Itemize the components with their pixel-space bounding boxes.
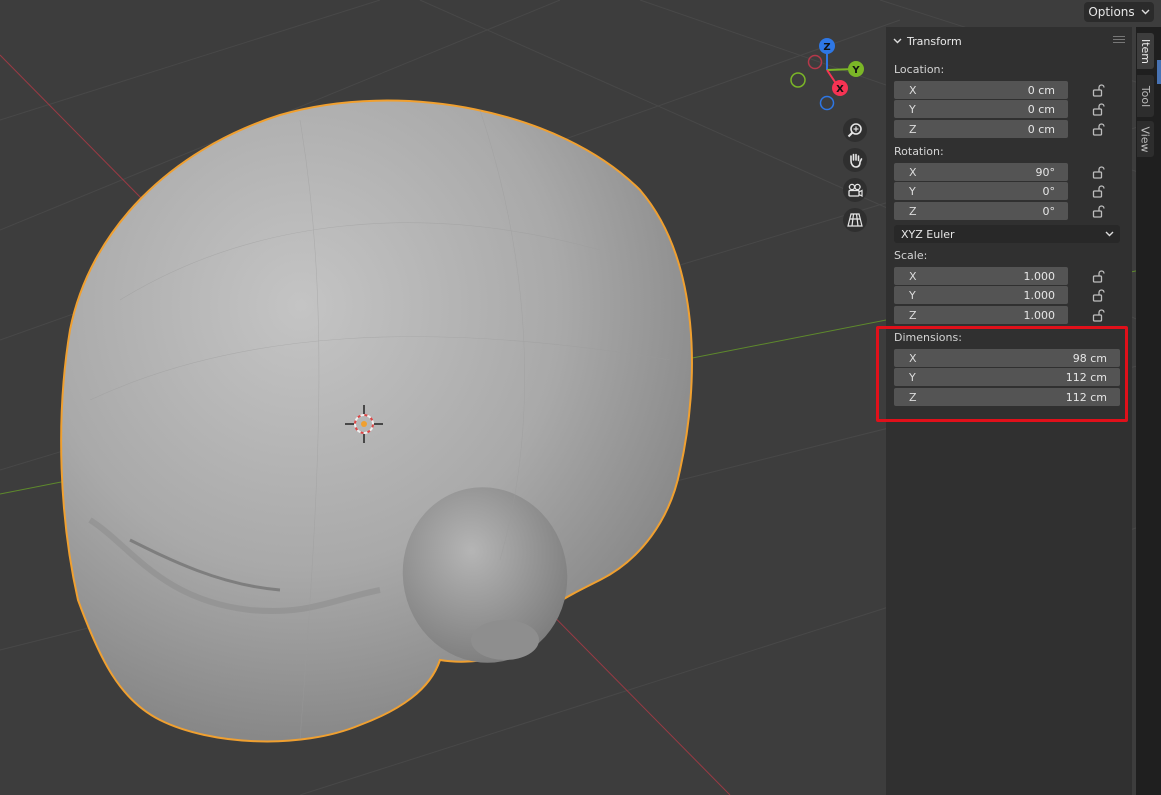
axis-label: X	[909, 165, 917, 179]
axis-label: Z	[909, 122, 917, 136]
field-value: 0 cm	[1027, 83, 1055, 97]
rotation-x-lock-icon[interactable]	[1092, 165, 1106, 179]
tab-view[interactable]: View	[1137, 121, 1154, 157]
zoom-icon	[847, 123, 862, 138]
neg-y-ball	[790, 72, 806, 88]
location-x-field[interactable]: X 0 cm	[894, 81, 1068, 99]
gizmo-z-label: Z	[823, 42, 830, 53]
scale-z-lock-icon[interactable]	[1092, 308, 1106, 322]
field-value: 1.000	[1023, 308, 1056, 322]
location-y-field[interactable]: Y 0 cm	[894, 100, 1068, 118]
head-mesh[interactable]	[60, 99, 693, 743]
options-label: Options	[1088, 5, 1135, 19]
axis-label: Y	[909, 102, 916, 116]
options-dropdown[interactable]: Options	[1084, 2, 1154, 22]
chevron-down-icon	[1141, 9, 1150, 15]
field-value: 1.000	[1023, 269, 1056, 283]
gizmo-x-label: X	[836, 84, 844, 95]
navigation-gizmo[interactable]: Z Y X	[790, 38, 864, 111]
field-value: 90°	[1035, 165, 1056, 179]
grid-icon	[847, 213, 863, 227]
rotation-x-field[interactable]: X 90°	[894, 163, 1068, 181]
tab-tool[interactable]: Tool	[1137, 75, 1154, 117]
location-y-lock-icon[interactable]	[1092, 102, 1106, 116]
perspective-toggle-button[interactable]	[843, 208, 867, 232]
camera-view-button[interactable]	[843, 178, 867, 202]
field-value: 0 cm	[1027, 102, 1055, 116]
transform-title: Transform	[907, 34, 962, 48]
gizmo-y-label: Y	[851, 65, 860, 76]
axis-label: X	[909, 269, 917, 283]
rotation-y-field[interactable]: Y 0°	[894, 182, 1068, 200]
rotation-label: Rotation:	[894, 145, 944, 158]
scale-x-lock-icon[interactable]	[1092, 269, 1106, 283]
hand-pan-icon	[850, 153, 863, 168]
chevron-down-icon	[893, 38, 902, 44]
axis-label: Z	[909, 204, 917, 218]
field-value: 1.000	[1023, 288, 1056, 302]
location-label: Location:	[894, 63, 945, 76]
field-value: 0°	[1042, 184, 1056, 198]
chevron-down-icon	[1105, 231, 1114, 237]
scale-z-field[interactable]: Z 1.000	[894, 306, 1068, 324]
tab-view-label: View	[1139, 125, 1153, 153]
tab-item[interactable]: Item	[1137, 33, 1154, 69]
scale-x-field[interactable]: X 1.000	[894, 267, 1068, 285]
neg-z-ball	[819, 95, 835, 111]
axis-label: Y	[909, 184, 916, 198]
rotation-mode-value: XYZ Euler	[901, 227, 955, 241]
sidebar-tabs: Item Tool View	[1136, 27, 1161, 795]
active-tab-indicator	[1157, 60, 1161, 84]
pan-button[interactable]	[843, 148, 867, 172]
rotation-mode-select[interactable]: XYZ Euler	[894, 225, 1120, 243]
field-value: 0 cm	[1027, 122, 1055, 136]
scale-label: Scale:	[894, 249, 928, 262]
rotation-z-lock-icon[interactable]	[1092, 204, 1106, 218]
axis-label: Z	[909, 308, 917, 322]
rotation-y-lock-icon[interactable]	[1092, 184, 1106, 198]
location-x-lock-icon[interactable]	[1092, 83, 1106, 97]
rotation-z-field[interactable]: Z 0°	[894, 202, 1068, 220]
location-z-field[interactable]: Z 0 cm	[894, 120, 1068, 138]
tab-tool-label: Tool	[1139, 85, 1152, 107]
axis-label: X	[909, 83, 917, 97]
drag-handle-icon[interactable]	[1113, 36, 1125, 44]
zoom-button[interactable]	[843, 118, 867, 142]
location-z-lock-icon[interactable]	[1092, 122, 1106, 136]
tab-item-label: Item	[1139, 38, 1153, 64]
scale-y-lock-icon[interactable]	[1092, 288, 1106, 302]
annotation-highlight-box	[876, 326, 1128, 422]
scale-y-field[interactable]: Y 1.000	[894, 286, 1068, 304]
transform-panel-header[interactable]: Transform	[893, 33, 1125, 49]
axis-label: Y	[909, 288, 916, 302]
camera-icon	[848, 183, 863, 197]
field-value: 0°	[1042, 204, 1056, 218]
